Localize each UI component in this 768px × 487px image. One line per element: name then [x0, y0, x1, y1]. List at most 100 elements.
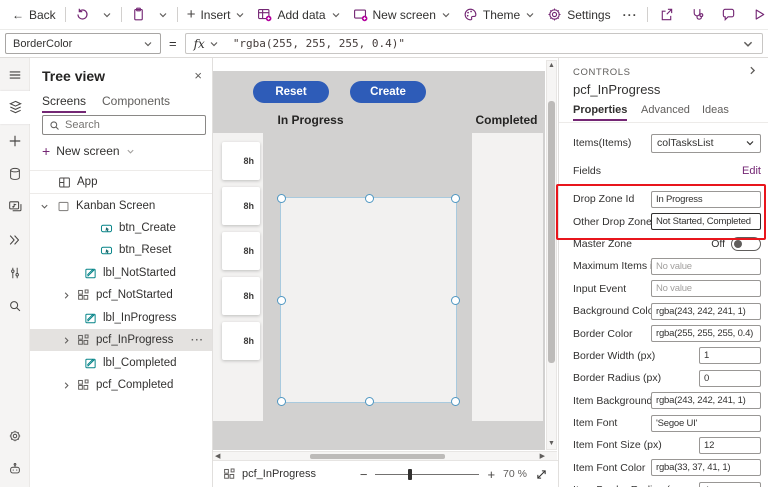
tab-advanced[interactable]: Advanced — [641, 104, 690, 116]
vertical-scroll-thumb[interactable] — [548, 101, 555, 363]
share-button[interactable] — [651, 0, 682, 30]
task-card[interactable]: 8h — [222, 187, 260, 225]
new-screen-button[interactable]: New screen — [347, 0, 457, 30]
tree-item-kanban-screen[interactable]: Kanban Screen — [30, 195, 212, 217]
tab-screens[interactable]: Screens — [42, 94, 86, 108]
zoom-slider-thumb[interactable] — [408, 469, 412, 480]
canvas-create-button[interactable]: Create — [350, 81, 426, 103]
tree-item[interactable]: btn_Reset — [30, 239, 212, 261]
new-screen-button[interactable]: + New screen — [42, 142, 135, 160]
formula-field[interactable]: fx "rgba(255, 255, 255, 0.4)" — [185, 33, 763, 54]
zoom-slider[interactable] — [375, 469, 479, 480]
border-radius-input[interactable]: 0 — [699, 370, 761, 387]
task-card[interactable]: 8h — [222, 142, 260, 180]
selected-pcf-inprogress-control[interactable] — [280, 197, 457, 403]
tree-item[interactable]: pcf_Completed — [30, 374, 212, 396]
resize-handle-s[interactable] — [365, 397, 374, 406]
task-card[interactable]: 8h — [222, 232, 260, 270]
media-icon[interactable] — [0, 190, 30, 223]
tree-item[interactable]: lbl_NotStarted — [30, 262, 212, 284]
insert-icon[interactable] — [0, 124, 30, 157]
input-event-input[interactable]: No value — [651, 280, 761, 297]
settings-gear-icon[interactable] — [0, 419, 30, 452]
chevron-right-icon[interactable] — [62, 336, 71, 345]
resize-handle-ne[interactable] — [451, 194, 460, 203]
resize-handle-sw[interactable] — [277, 397, 286, 406]
drop-zone-id-input[interactable]: In Progress — [651, 191, 761, 208]
bot-icon[interactable] — [0, 452, 30, 485]
item-font-size-input[interactable]: 12 — [699, 437, 761, 454]
paste-dropdown[interactable] — [152, 0, 174, 30]
screen-artboard[interactable]: Reset Create In Progress Completed 8h 8h… — [213, 71, 545, 450]
resize-handle-n[interactable] — [365, 194, 374, 203]
horizontal-scrollbar[interactable]: ◀ ▶ — [213, 451, 557, 460]
task-card[interactable]: 8h — [222, 277, 260, 315]
more-commands-button[interactable]: ··· — [617, 0, 644, 30]
chevron-right-icon[interactable] — [62, 381, 71, 390]
horizontal-scroll-thumb[interactable] — [310, 454, 445, 459]
resize-handle-se[interactable] — [451, 397, 460, 406]
border-color-input[interactable]: rgba(255, 255, 255, 0.4) — [651, 325, 761, 342]
paste-button[interactable] — [125, 0, 152, 30]
undo-dropdown[interactable] — [96, 0, 118, 30]
tab-ideas[interactable]: Ideas — [702, 104, 729, 116]
resize-handle-w[interactable] — [277, 296, 286, 305]
fields-edit-link[interactable]: Edit — [742, 165, 761, 177]
chevron-right-icon[interactable] — [62, 291, 71, 300]
chevron-down-icon[interactable] — [40, 202, 49, 211]
formula-expand-button[interactable] — [742, 38, 754, 50]
tree-item[interactable]: pcf_NotStarted — [30, 284, 212, 306]
item-background-color-input[interactable]: rgba(243, 242, 241, 1) — [651, 392, 761, 409]
resize-handle-e[interactable] — [451, 296, 460, 305]
other-drop-zone-ids-input[interactable]: Not Started, Completed — [651, 213, 761, 230]
tree-item-selected[interactable]: pcf_InProgress ··· — [30, 329, 212, 351]
tree-item[interactable]: btn_Create — [30, 217, 212, 239]
scroll-up-arrow[interactable]: ▲ — [547, 62, 556, 70]
property-selector[interactable]: BorderColor — [5, 33, 161, 54]
tree-item[interactable]: lbl_InProgress — [30, 307, 212, 329]
tab-components[interactable]: Components — [102, 94, 170, 108]
close-icon[interactable]: × — [192, 66, 204, 85]
canvas-reset-button[interactable]: Reset — [253, 81, 329, 103]
scroll-down-arrow[interactable]: ▼ — [547, 440, 556, 448]
fullscreen-icon[interactable] — [535, 468, 548, 481]
power-automate-icon[interactable] — [0, 223, 30, 256]
insert-button[interactable]: + Insert — [181, 0, 252, 30]
tree-item[interactable]: lbl_Completed — [30, 352, 212, 374]
undo-button[interactable] — [69, 0, 96, 30]
max-items-input[interactable]: No value — [651, 258, 761, 275]
item-border-radius-input[interactable]: 4 — [699, 482, 761, 487]
search-input[interactable]: Search — [42, 115, 206, 135]
background-color-input[interactable]: rgba(243, 242, 241, 1) — [651, 303, 761, 320]
resize-handle-nw[interactable] — [277, 194, 286, 203]
item-font-color-input[interactable]: rgba(33, 37, 41, 1) — [651, 459, 761, 476]
formula-text[interactable]: "rgba(255, 255, 255, 0.4)" — [233, 37, 405, 50]
tree-item-app[interactable]: App — [30, 171, 212, 193]
variables-icon[interactable] — [0, 256, 30, 289]
data-icon[interactable] — [0, 157, 30, 190]
app-checker-button[interactable] — [682, 0, 713, 30]
left-rail — [0, 58, 30, 487]
back-button[interactable]: ← Back — [6, 0, 62, 30]
hamburger-menu-icon[interactable] — [0, 58, 30, 91]
master-zone-toggle[interactable] — [731, 237, 761, 251]
comments-button[interactable] — [713, 0, 744, 30]
items-dropdown[interactable]: colTasksList — [651, 134, 761, 153]
vertical-scrollbar[interactable]: ▲ ▼ — [546, 60, 557, 450]
tree-view-icon[interactable] — [0, 91, 30, 124]
task-card[interactable]: 8h — [222, 322, 260, 360]
item-more-menu[interactable]: ··· — [191, 335, 204, 346]
search-icon[interactable] — [0, 289, 30, 322]
add-data-button[interactable]: Add data — [251, 0, 346, 30]
border-width-input[interactable]: 1 — [699, 347, 761, 364]
properties-panel: CONTROLS pcf_InProgress Properties Advan… — [558, 58, 768, 487]
completed-column[interactable] — [472, 133, 543, 421]
zoom-out-button[interactable]: − — [360, 468, 368, 481]
settings-button[interactable]: Settings — [541, 0, 616, 30]
theme-button[interactable]: Theme — [457, 0, 541, 30]
tab-properties[interactable]: Properties — [573, 104, 627, 116]
preview-play-button[interactable] — [744, 0, 768, 30]
collapse-panel-chevron[interactable] — [747, 65, 758, 76]
item-font-input[interactable]: 'Segoe UI' — [651, 415, 761, 432]
zoom-in-button[interactable]: + — [487, 468, 495, 481]
